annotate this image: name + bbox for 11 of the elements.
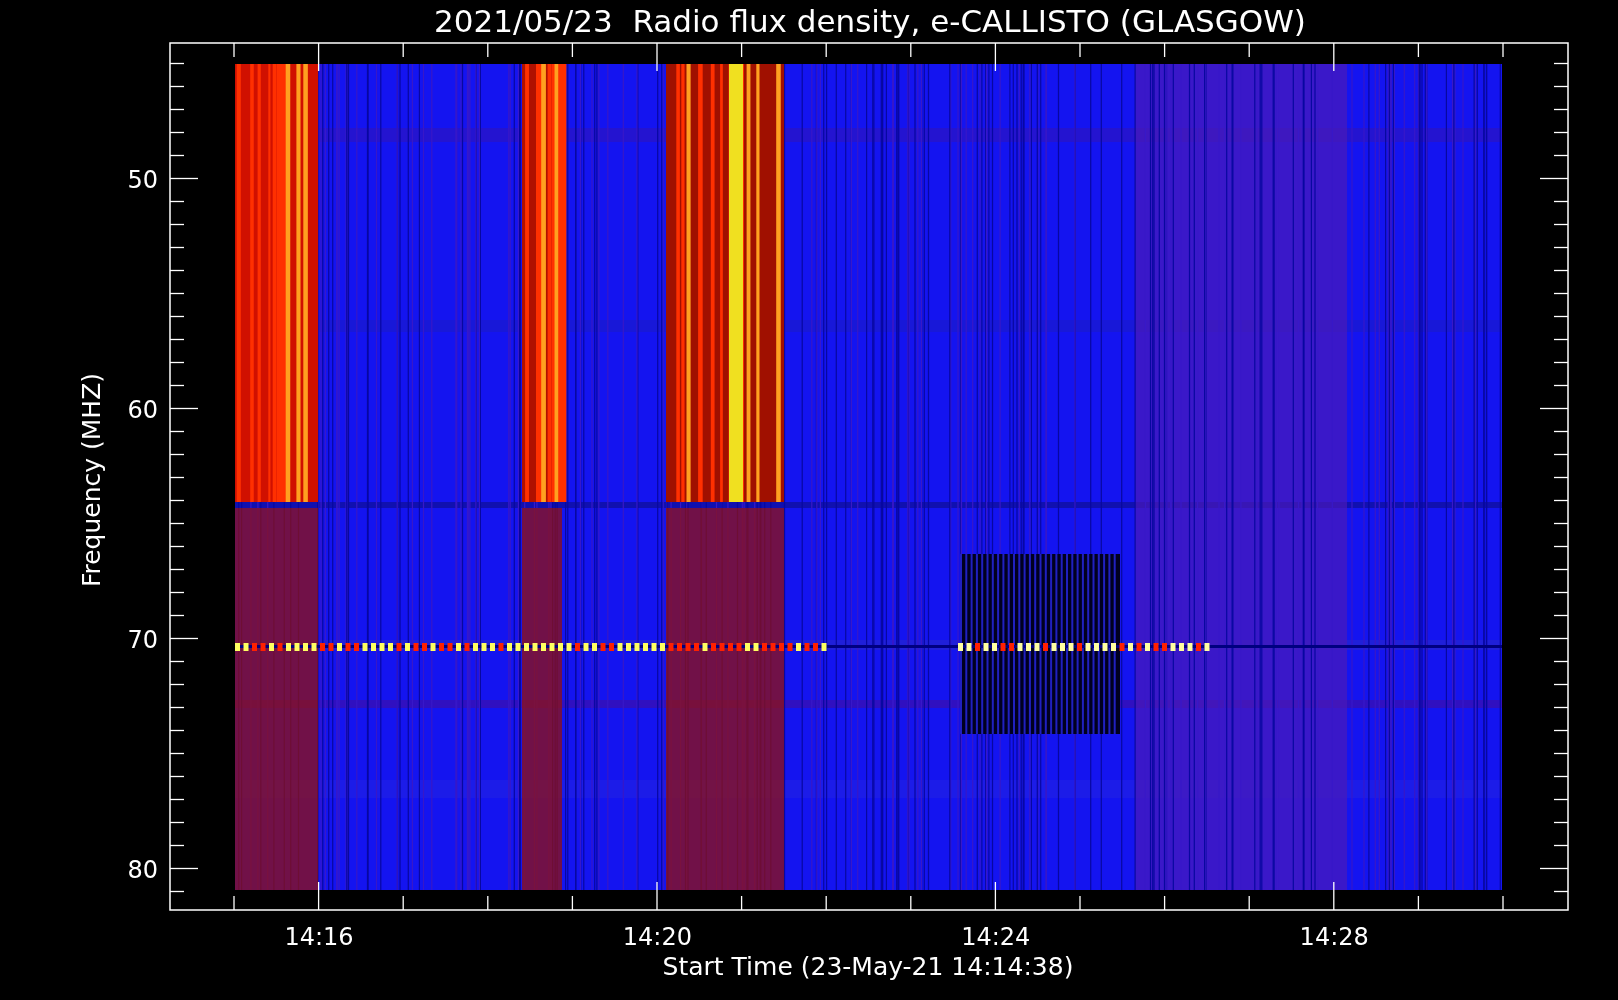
y-tick-label: 70 <box>127 625 158 654</box>
y-tick-label: 80 <box>127 855 158 884</box>
x-tick-label: 14:16 <box>284 923 354 951</box>
chart-title: 2021/05/23 Radio flux density, e-CALLISTO (GLASGOW) <box>434 3 1306 39</box>
x-tick-label: 14:24 <box>961 923 1031 951</box>
y-axis-label: Frequency (MHZ) <box>77 372 106 588</box>
x-tick-label: 14:28 <box>1299 923 1369 951</box>
y-tick-label: 60 <box>127 395 158 424</box>
x-tick-label: 14:20 <box>622 923 692 951</box>
x-axis-label: Start Time (23-May-21 14:14:38) <box>662 952 1074 981</box>
y-tick-label: 50 <box>127 165 158 194</box>
